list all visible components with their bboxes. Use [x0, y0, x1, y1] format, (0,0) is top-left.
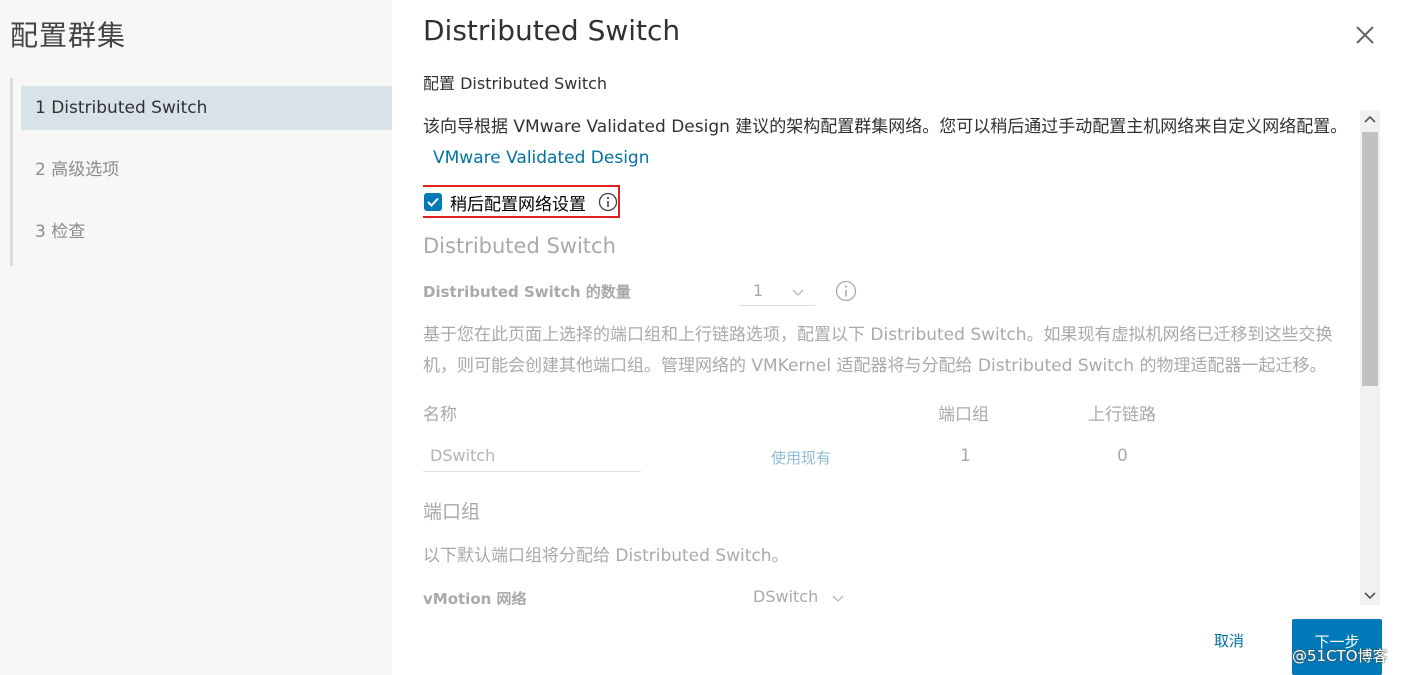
port-groups-value: 1	[960, 446, 971, 466]
chevron-down-icon	[831, 590, 845, 604]
switch-count-value: 1	[753, 281, 764, 300]
switch-count-select[interactable]: 1	[739, 278, 815, 306]
info-icon[interactable]	[598, 192, 618, 212]
watermark: @51CTO博客	[1292, 647, 1388, 665]
port-group-description: 以下默认端口组将分配给 Distributed Switch。	[423, 546, 789, 566]
intro-paragraph: 该向导根据 VMware Validated Design 建议的架构配置群集网…	[423, 112, 1353, 174]
vvd-link[interactable]: VMware Validated Design	[433, 148, 650, 168]
page-title: Distributed Switch	[423, 14, 681, 47]
section-heading: Distributed Switch	[423, 234, 616, 258]
vertical-scrollbar[interactable]	[1360, 110, 1380, 605]
step-advanced-options[interactable]: 2 高级选项	[21, 148, 395, 192]
wizard-title: 配置群集	[10, 19, 127, 52]
wizard-steps: 1 Distributed Switch 2 高级选项 3 检查	[10, 78, 395, 266]
vmotion-network-select[interactable]: DSwitch	[753, 587, 818, 605]
port-group-heading: 端口组	[423, 501, 481, 523]
column-header-name: 名称	[423, 405, 457, 425]
chevron-down-icon	[791, 284, 805, 298]
vmotion-network-label: vMotion 网络	[423, 590, 527, 605]
configure-later-label[interactable]: 稍后配置网络设置	[450, 190, 586, 215]
column-header-port-groups: 端口组	[938, 405, 989, 425]
configure-later-highlight: 稍后配置网络设置	[423, 185, 620, 218]
switch-count-label: Distributed Switch 的数量	[423, 283, 631, 301]
close-icon[interactable]	[1350, 20, 1380, 50]
page-subtitle: 配置 Distributed Switch	[423, 74, 608, 93]
switch-count-info-icon[interactable]	[835, 280, 857, 302]
step-distributed-switch[interactable]: 1 Distributed Switch	[21, 86, 395, 130]
intro-text: 该向导根据 VMware Validated Design 建议的架构配置群集网…	[423, 117, 1348, 137]
scrollbar-thumb[interactable]	[1362, 132, 1378, 386]
main-pane: Distributed Switch 配置 Distributed Switch…	[392, 0, 1402, 675]
switch-name-placeholder: DSwitch	[430, 446, 496, 465]
cancel-button[interactable]: 取消	[1214, 630, 1244, 651]
wizard-sidebar: 配置群集 1 Distributed Switch 2 高级选项 3 检查	[0, 0, 395, 675]
scroll-content: 该向导根据 VMware Validated Design 建议的架构配置群集网…	[423, 110, 1373, 605]
configuration-description: 基于您在此页面上选择的端口组和上行链路选项，配置以下 Distributed S…	[423, 325, 1333, 376]
scroll-down-icon[interactable]	[1360, 585, 1380, 605]
uplinks-value: 0	[1117, 446, 1128, 466]
configure-later-checkbox[interactable]	[424, 193, 442, 211]
switch-name-input[interactable]: DSwitch	[423, 442, 641, 472]
column-header-uplinks: 上行链路	[1088, 405, 1156, 425]
use-existing-link[interactable]: 使用现有	[771, 447, 831, 468]
step-review[interactable]: 3 检查	[21, 210, 395, 254]
scroll-up-icon[interactable]	[1360, 110, 1380, 130]
